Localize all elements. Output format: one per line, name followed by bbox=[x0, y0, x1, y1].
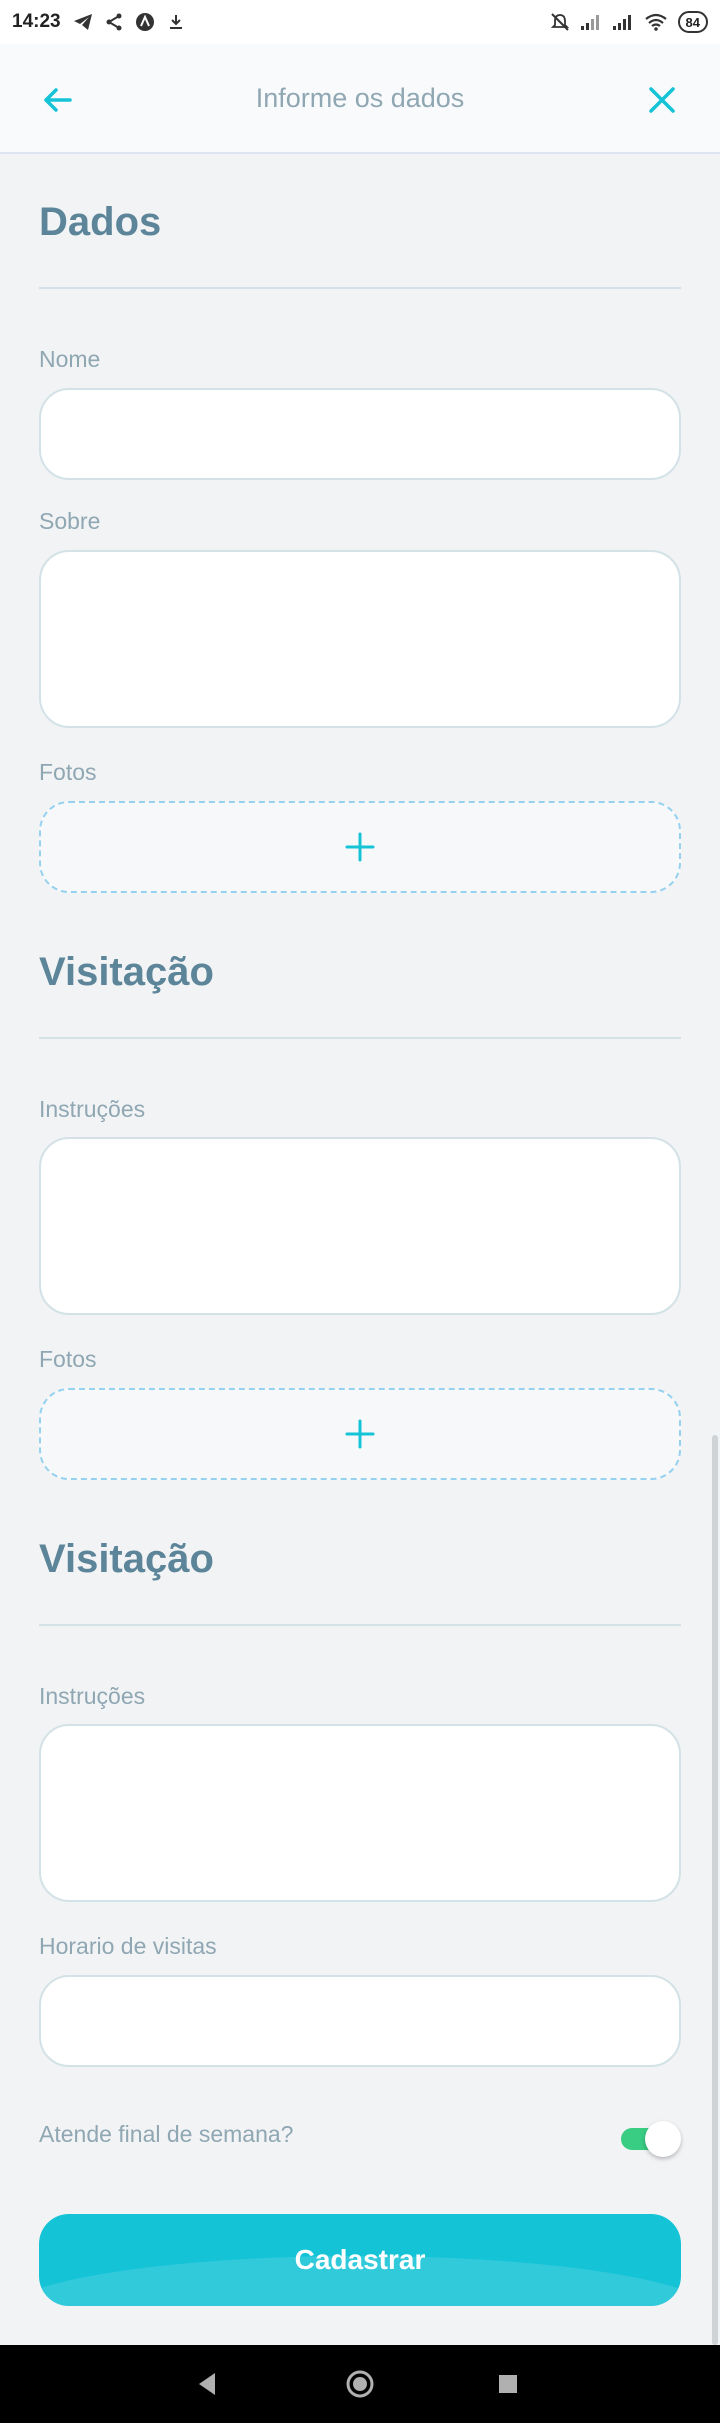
system-nav-bar bbox=[0, 2345, 720, 2423]
nav-back-icon[interactable] bbox=[193, 2369, 223, 2399]
instrucoes-label: Instruções bbox=[39, 1096, 146, 1122]
nome-input[interactable] bbox=[39, 388, 681, 480]
plus-icon bbox=[345, 1419, 375, 1449]
section-title-visitacao: Visitação bbox=[39, 950, 214, 994]
wifi-icon bbox=[644, 13, 667, 31]
fotos-label: Fotos bbox=[39, 759, 97, 785]
close-icon[interactable] bbox=[640, 78, 684, 122]
section-title-visitacao: Visitação bbox=[39, 1537, 214, 1581]
section-title-dados: Dados bbox=[39, 200, 162, 244]
instrucoes-textarea[interactable] bbox=[39, 1137, 681, 1315]
nav-recents-icon[interactable] bbox=[493, 2369, 523, 2399]
section-divider bbox=[39, 1624, 681, 1626]
page-title: Informe os dados bbox=[255, 82, 465, 113]
share-icon bbox=[106, 13, 122, 31]
horario-input[interactable] bbox=[39, 1975, 681, 2067]
arrow-left-icon[interactable] bbox=[36, 78, 80, 122]
cadastrar-button-label: Cadastrar bbox=[294, 2244, 426, 2275]
plus-icon bbox=[345, 832, 375, 862]
horario-label: Horario de visitas bbox=[39, 1933, 217, 1959]
weekend-label: Atende final de semana? bbox=[39, 2121, 294, 2147]
status-time: 14:23 bbox=[12, 11, 61, 32]
sobre-textarea[interactable] bbox=[39, 550, 681, 728]
scrollbar[interactable] bbox=[712, 1435, 718, 2345]
section-divider bbox=[39, 287, 681, 289]
signal-icon bbox=[612, 15, 631, 30]
vpn-icon bbox=[135, 13, 154, 31]
app-header: Informe os dados bbox=[0, 44, 720, 154]
toggle-thumb bbox=[645, 2121, 681, 2157]
status-bar: 14:23 84 bbox=[0, 0, 720, 44]
instrucoes-label: Instruções bbox=[39, 1683, 146, 1709]
nome-label: Nome bbox=[39, 346, 101, 372]
telegram-icon bbox=[73, 14, 92, 30]
instrucoes-textarea[interactable] bbox=[39, 1724, 681, 1902]
nav-home-icon[interactable] bbox=[345, 2369, 375, 2399]
mute-icon bbox=[550, 13, 569, 31]
download-icon bbox=[169, 15, 182, 29]
fotos-label: Fotos bbox=[39, 1346, 97, 1372]
cadastrar-button[interactable]: Cadastrar bbox=[39, 2214, 681, 2306]
sobre-label: Sobre bbox=[39, 508, 101, 534]
weekend-toggle[interactable] bbox=[621, 2121, 681, 2157]
battery-icon: 84 bbox=[677, 11, 708, 33]
add-photo-button[interactable] bbox=[39, 801, 681, 893]
section-divider bbox=[39, 1037, 681, 1039]
add-photo-button[interactable] bbox=[39, 1388, 681, 1480]
signal-icon bbox=[580, 15, 599, 30]
